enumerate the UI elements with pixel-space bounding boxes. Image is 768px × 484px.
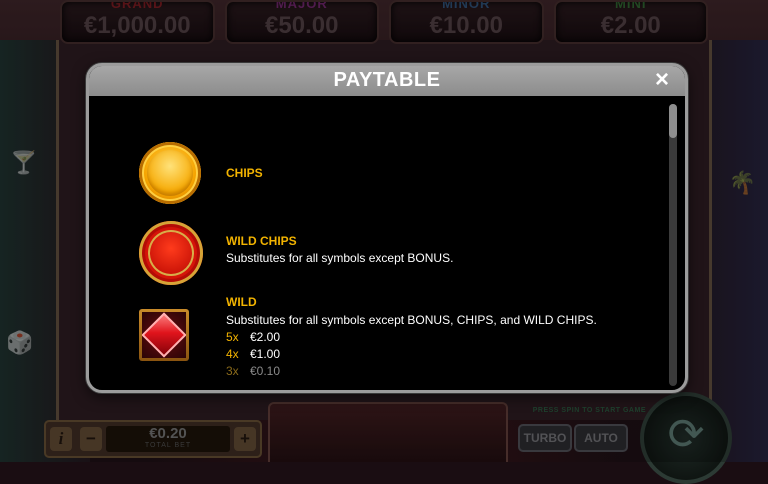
pay-amount: €2.00 [250,330,281,344]
pay-amount: €0.10 [250,364,281,378]
ruby-gem-icon [142,312,186,358]
pay-multiplier: 3x [226,364,239,378]
paytable-row-wild: WILD Substitutes for all symbols except … [89,66,685,378]
symbol-description: Substitutes for all symbols except BONUS… [226,313,597,327]
scrollbar[interactable] [669,104,677,386]
pay-amount: €1.00 [250,347,281,361]
red-chip-icon [139,221,203,285]
symbol-name: WILD [226,295,257,309]
pay-multiplier: 5x [226,330,239,344]
gold-chip-icon [139,142,201,204]
pay-row: 4x €1.00 [226,347,280,361]
pay-multiplier: 4x [226,347,239,361]
pay-row: 3x €0.10 [226,364,280,378]
symbol-name: CHIPS [226,166,263,180]
paytable-modal: PAYTABLE × CHIPS WILD CHIPS Substitutes … [86,63,688,393]
symbol-name: WILD CHIPS [226,234,297,248]
ruby-wild-icon [139,309,189,361]
wild-tile-inner [142,312,186,358]
symbol-description: Substitutes for all symbols except BONUS… [226,251,454,265]
pay-row: 5x €2.00 [226,330,280,344]
scrollbar-thumb[interactable] [669,104,677,138]
